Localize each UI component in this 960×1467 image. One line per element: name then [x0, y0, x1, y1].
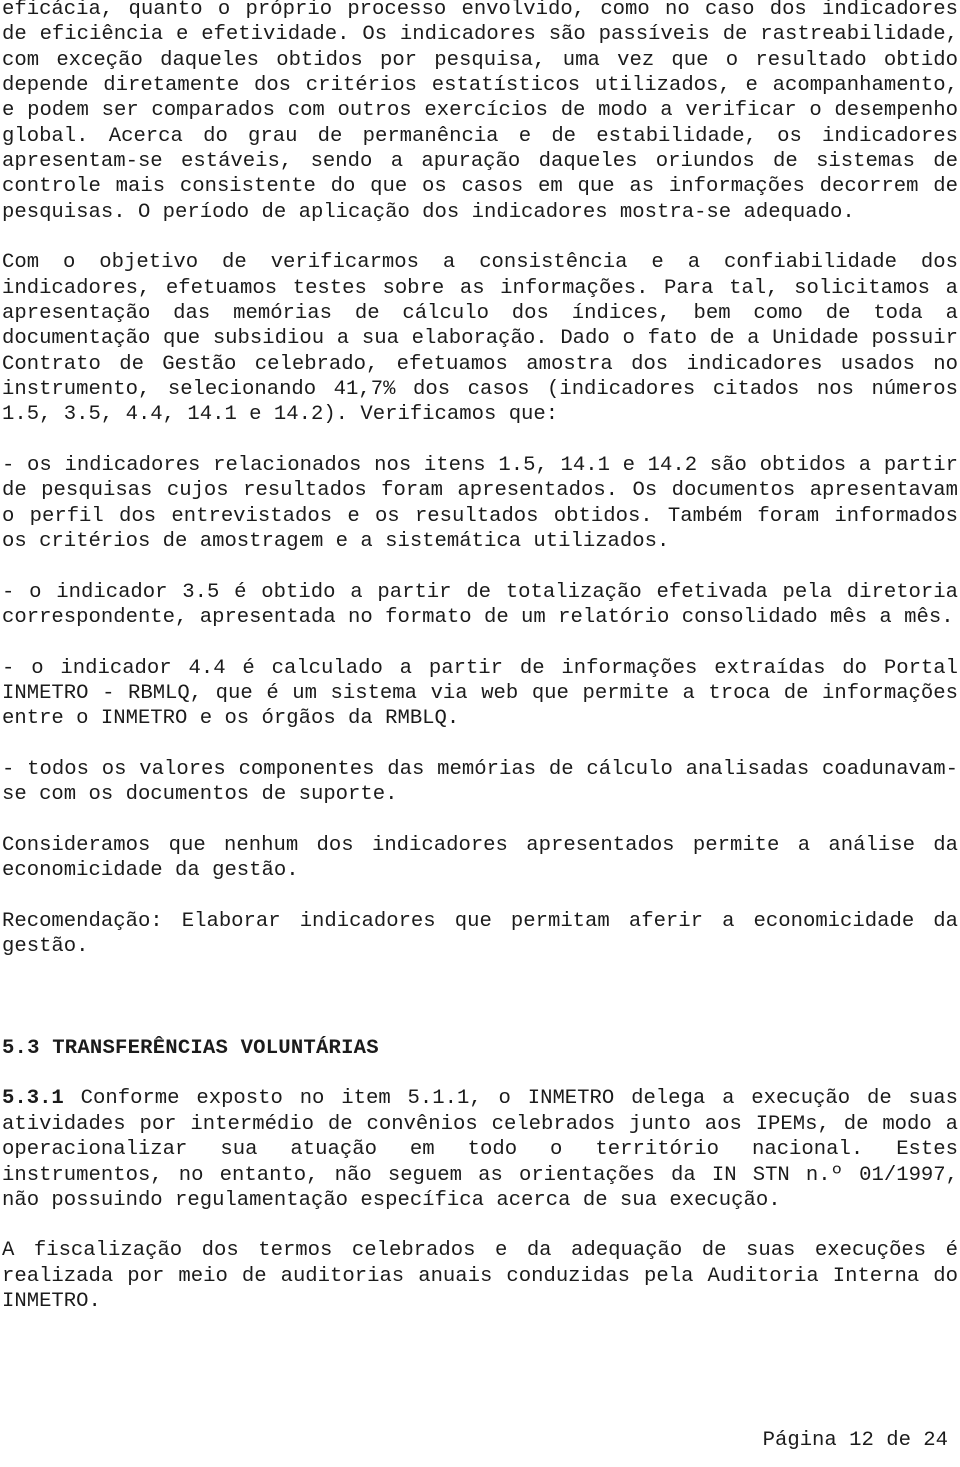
paragraph-indicadores-rastreabilidade: eficácia, quanto o próprio processo envo… [2, 0, 958, 224]
paragraph-recomendacao: Recomendação: Elaborar indicadores que p… [2, 910, 958, 959]
paragraph-5-3-1: 5.3.1 Conforme exposto no item 5.1.1, o … [2, 1086, 958, 1213]
paragraph-bullet-memorias-calculo: - todos os valores componentes das memór… [2, 758, 958, 807]
paragraph-bullet-indicador-4-4: - o indicador 4.4 é calculado a partir d… [2, 656, 958, 731]
paragraph-bullet-indicador-3-5: - o indicador 3.5 é obtido a partir de t… [2, 580, 958, 630]
section-heading-5-3: 5.3 TRANSFERÊNCIAS VOLUNTÁRIAS [2, 1036, 379, 1060]
page-footer: Página 12 de 24 [762, 1428, 948, 1452]
paragraph-number-5-3-1: 5.3.1 [2, 1087, 64, 1111]
paragraph-fiscalizacao-auditoria: A fiscalização dos termos celebrados e d… [2, 1239, 958, 1314]
paragraph-5-3-1-text: Conforme exposto no item 5.1.1, o INMETR… [2, 1087, 958, 1212]
document-page: eficácia, quanto o próprio processo envo… [0, 0, 960, 1467]
paragraph-testes-consistencia: Com o objetivo de verificarmos a consist… [2, 251, 958, 427]
document-body: eficácia, quanto o próprio processo envo… [2, 0, 958, 1315]
heading-spacer [2, 1061, 958, 1086]
paragraph-consideracao-economicidade: Consideramos que nenhum dos indicadores … [2, 834, 958, 883]
paragraph-bullet-itens-pesquisas: - os indicadores relacionados nos itens … [2, 454, 958, 554]
